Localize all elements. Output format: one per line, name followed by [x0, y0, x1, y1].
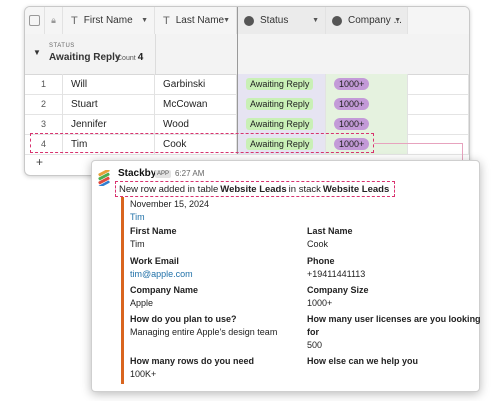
- collapse-triangle-icon[interactable]: ▼: [33, 48, 41, 57]
- slack-notification-card: Stackby APP 6:27 AM New row added in tab…: [91, 160, 481, 392]
- message-time[interactable]: 6:27 AM: [175, 169, 204, 178]
- cell-num[interactable]: 1: [25, 74, 63, 94]
- cell-first[interactable]: Stuart: [63, 94, 155, 114]
- stackby-logo: [98, 170, 110, 186]
- cell-first[interactable]: Will: [63, 74, 155, 94]
- text-field-icon: T: [71, 14, 78, 27]
- status-pill: Awaiting Reply: [246, 78, 314, 90]
- message-text: New row added in table Website Leads in st…: [115, 181, 396, 197]
- status-pill: Awaiting Reply: [246, 118, 314, 130]
- cell-text: Will: [71, 78, 88, 90]
- bot-name[interactable]: Stackby: [118, 168, 156, 179]
- date-text: November 15, 2024: [130, 199, 210, 209]
- cell-last[interactable]: Garbinski: [155, 74, 237, 94]
- field-value: 100K+: [130, 369, 157, 379]
- field-label: Company Size: [307, 285, 369, 295]
- dropdown-caret-icon[interactable]: ▼: [312, 17, 319, 24]
- cell-num[interactable]: 2: [25, 94, 63, 114]
- cell-text: Jennifer: [71, 118, 107, 130]
- lock-icon: 🔒︎: [51, 15, 56, 25]
- row-number: 1: [40, 79, 46, 89]
- field-label: How do you plan to use?: [130, 314, 237, 324]
- field-label: How many rows do you need: [130, 356, 255, 366]
- select-all-cell[interactable]: [25, 7, 45, 34]
- company-pill: 1000+: [334, 78, 370, 90]
- column-header-last-name[interactable]: T Last Name ▼: [155, 7, 237, 34]
- title-link[interactable]: Tim: [130, 212, 145, 222]
- field-label: for: [307, 327, 319, 337]
- add-row-icon[interactable]: +: [36, 155, 43, 169]
- row-number: 3: [40, 119, 46, 129]
- group-value: Awaiting Reply: [49, 52, 121, 63]
- group-field-label: STATUS: [49, 43, 75, 49]
- field-value: Cook: [307, 239, 329, 249]
- field-label: Last Name: [307, 226, 353, 236]
- connector-line: [374, 143, 462, 144]
- dropdown-caret-icon[interactable]: ▼: [223, 17, 230, 24]
- single-select-icon: [244, 15, 254, 26]
- cell-empty[interactable]: [408, 134, 469, 154]
- checkbox-icon[interactable]: [29, 15, 40, 26]
- field-label: How else can we help you: [307, 356, 419, 366]
- column-title: First Name: [83, 15, 133, 26]
- field-value: +19411441113: [307, 269, 366, 279]
- field-label: Work Email: [130, 256, 179, 266]
- field-value: 1000+: [307, 298, 333, 308]
- field-value: Tim: [130, 239, 145, 249]
- cell-text: McCowan: [163, 98, 208, 110]
- status-pill: Awaiting Reply: [246, 98, 314, 110]
- field-value: 500: [307, 340, 323, 350]
- dropdown-caret-icon[interactable]: ▼: [141, 17, 148, 24]
- cell-empty[interactable]: [408, 74, 469, 94]
- group-count: Count 4: [117, 52, 144, 63]
- field-value: Managing entire Apple's design team: [130, 327, 278, 337]
- cell-empty[interactable]: [408, 94, 469, 114]
- cell-last[interactable]: Wood: [155, 114, 237, 134]
- row-number: 2: [40, 99, 46, 109]
- lock-cell: 🔒︎: [45, 7, 63, 34]
- cell-first[interactable]: Jennifer: [63, 114, 155, 134]
- cell-num[interactable]: 3: [25, 114, 63, 134]
- single-select-icon: [332, 15, 342, 26]
- company-pill: 1000+: [334, 98, 370, 110]
- attachment-accent-bar: [121, 197, 124, 384]
- dropdown-caret-icon[interactable]: ▼: [394, 17, 401, 24]
- header-row: 🔒︎ T First Name ▼ T Last Name ▼ Status ▼…: [25, 7, 469, 35]
- cell-status[interactable]: Awaiting Reply: [237, 94, 326, 114]
- cell-company[interactable]: 1000+: [326, 94, 408, 114]
- cell-last[interactable]: McCowan: [155, 94, 237, 114]
- column-header-status[interactable]: Status ▼: [237, 7, 326, 34]
- column-title: Last Name: [175, 15, 225, 26]
- email-link[interactable]: tim@apple.com: [130, 269, 193, 279]
- table-row[interactable]: 2 Stuart McCowan Awaiting Reply 1000+: [25, 94, 469, 115]
- field-label: Company Name: [130, 285, 199, 295]
- text-field-icon: T: [163, 14, 170, 27]
- field-label: Phone: [307, 256, 335, 266]
- group-header[interactable]: ▼ STATUS Awaiting Reply Count 4: [25, 34, 469, 75]
- cell-status[interactable]: Awaiting Reply: [237, 114, 326, 134]
- column-header-company[interactable]: Company ... ▼: [326, 7, 408, 34]
- cell-text: Garbinski: [163, 78, 206, 90]
- cell-status[interactable]: Awaiting Reply: [237, 74, 326, 94]
- app-badge: APP: [155, 170, 172, 178]
- field-value: Apple: [130, 298, 154, 308]
- column-header-first-name[interactable]: T First Name ▼: [63, 7, 155, 34]
- company-pill: 1000+: [334, 118, 370, 130]
- cell-empty[interactable]: [408, 114, 469, 134]
- field-label: How many user licenses are you looking: [307, 314, 481, 324]
- table-row[interactable]: 3 Jennifer Wood Awaiting Reply 1000+: [25, 114, 469, 135]
- column-title: Status: [260, 15, 289, 26]
- cell-company[interactable]: 1000+: [326, 114, 408, 134]
- cell-company[interactable]: 1000+: [326, 74, 408, 94]
- field-label: First Name: [130, 226, 177, 236]
- cell-text: Wood: [163, 118, 189, 130]
- table-row[interactable]: 1 Will Garbinski Awaiting Reply 1000+: [25, 74, 469, 95]
- cell-text: Stuart: [71, 98, 98, 110]
- highlighted-row-outline: [30, 133, 374, 153]
